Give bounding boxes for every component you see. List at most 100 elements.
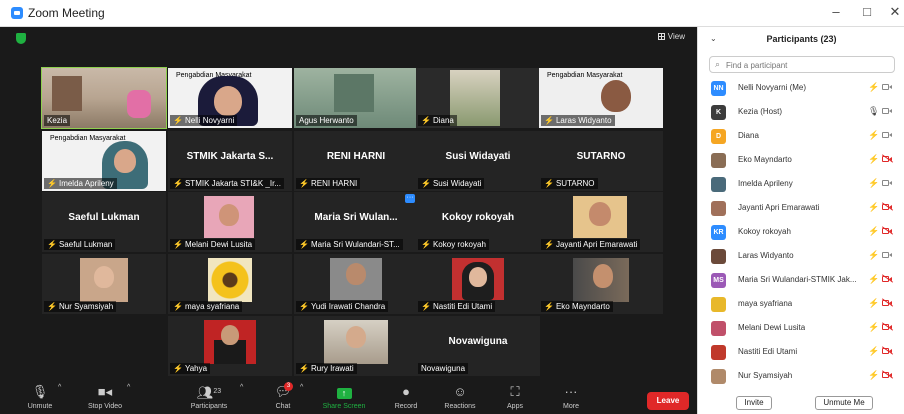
- video-tile-agus[interactable]: Agus Herwanto: [294, 68, 418, 128]
- video-tile-yudi[interactable]: ⚡ Yudi Irawati Chandra: [294, 254, 418, 314]
- muted-mic-icon[interactable]: ⚡: [868, 322, 879, 333]
- muted-microphone-icon: 🎙︎: [31, 384, 49, 399]
- video-tile-susi[interactable]: Susi Widayati ⚡ Susi Widayati: [416, 131, 540, 191]
- tile-label-text: Yahya: [184, 364, 208, 373]
- participant-row[interactable]: KR Kokoy rokoyah ⚡: [698, 221, 904, 245]
- avatar: [711, 177, 726, 192]
- video-tile-imelda[interactable]: Pengabdian Masyarakat ⚡ Imelda Aprileny: [42, 131, 166, 191]
- view-button[interactable]: View: [657, 32, 685, 41]
- chat-bubble-icon: 💬︎ 3: [274, 382, 293, 399]
- muted-mic-icon[interactable]: ⚡: [868, 346, 879, 357]
- encryption-shield-icon[interactable]: [16, 33, 26, 44]
- video-off-icon[interactable]: [882, 323, 893, 331]
- tile-name-label: ⚡ STMIK Jakarta STI&K _Ir...: [170, 178, 284, 189]
- leave-button[interactable]: Leave: [647, 392, 689, 410]
- tile-name-label: ⚡ Nur Syamsiyah: [44, 301, 117, 312]
- video-camera-icon[interactable]: [882, 251, 893, 259]
- participant-row[interactable]: NN Nelli Novyarni (Me) ⚡: [698, 77, 904, 101]
- muted-mic-icon[interactable]: ⚡: [868, 82, 879, 93]
- avatar: D: [711, 129, 726, 144]
- video-tile-nur[interactable]: ⚡ Nur Syamsiyah: [42, 254, 166, 314]
- video-camera-icon[interactable]: [882, 83, 893, 91]
- video-tile-melani[interactable]: ⚡ Melani Dewi Lusita: [168, 192, 292, 252]
- video-camera-icon[interactable]: [882, 131, 893, 139]
- muted-mic-icon[interactable]: ⚡: [868, 298, 879, 309]
- video-tile-kezia[interactable]: Kezia: [41, 67, 167, 129]
- video-camera-icon[interactable]: [882, 107, 893, 115]
- camera-body: [882, 156, 889, 162]
- video-tile-novawiguna[interactable]: Novawiguna Novawiguna: [416, 316, 540, 376]
- invite-button[interactable]: Invite: [736, 396, 772, 410]
- participant-row[interactable]: MS Maria Sri Wulandari-STMIK Jak... ⚡: [698, 269, 904, 293]
- video-tile-reni[interactable]: RENI HARNI ⚡ RENI HARNI: [294, 131, 418, 191]
- video-off-icon[interactable]: [882, 299, 893, 307]
- chat-button[interactable]: 💬︎ 3 Chat: [268, 382, 298, 410]
- muted-mic-icon[interactable]: ⚡: [868, 370, 879, 381]
- participant-row[interactable]: Imelda Aprileny ⚡: [698, 173, 904, 197]
- participant-search[interactable]: ⌕: [709, 56, 895, 73]
- microphone-icon[interactable]: 🎙︎: [868, 106, 879, 117]
- participant-row[interactable]: Eko Mayndarto ⚡: [698, 149, 904, 173]
- muted-mic-icon[interactable]: ⚡: [868, 202, 879, 213]
- muted-mic-icon[interactable]: ⚡: [868, 226, 879, 237]
- video-tile-saeful[interactable]: Saeful Lukman ⚡ Saeful Lukman: [42, 192, 166, 252]
- reactions-icon: ☺︎: [453, 384, 467, 399]
- video-tile-diana[interactable]: ⚡ Diana: [416, 68, 540, 128]
- video-tile-kokoy[interactable]: Kokoy rokoyah ⚡ Kokoy rokoyah: [416, 192, 540, 252]
- video-options-caret[interactable]: ^: [127, 384, 130, 391]
- muted-mic-icon[interactable]: ⚡: [868, 274, 879, 285]
- audio-options-caret[interactable]: ^: [58, 384, 61, 391]
- stop-video-button[interactable]: ■◂ Stop Video: [80, 384, 130, 410]
- participants-options-caret[interactable]: ^: [240, 384, 243, 391]
- minimize-button[interactable]: –: [826, 4, 846, 19]
- share-screen-button[interactable]: ↑ Share Screen: [318, 384, 370, 410]
- tile-label-text: Laras Widyanto: [555, 116, 612, 125]
- more-options-icon[interactable]: ···: [405, 194, 415, 203]
- more-button[interactable]: ··· More: [556, 384, 586, 410]
- muted-mic-icon[interactable]: ⚡: [868, 130, 879, 141]
- video-tile-eko[interactable]: ⚡ Eko Mayndarto: [539, 254, 663, 314]
- muted-mic-icon[interactable]: ⚡: [868, 178, 879, 189]
- video-off-icon[interactable]: [882, 347, 893, 355]
- apps-button[interactable]: ⛶ Apps: [500, 384, 530, 410]
- participants-button[interactable]: 👥︎23 Participants: [184, 384, 234, 410]
- muted-mic-icon[interactable]: ⚡: [868, 154, 879, 165]
- close-button[interactable]: ✕: [885, 4, 904, 20]
- video-tile-jayanti[interactable]: ⚡ Jayanti Apri Emarawati: [539, 192, 663, 252]
- muted-mic-icon[interactable]: ⚡: [868, 250, 879, 261]
- video-tile-nelli[interactable]: Pengabdian Masyarakat ⚡ Nelli Novyarni: [168, 68, 292, 128]
- video-tile-nastiti[interactable]: ⚡ Nastiti Edi Utami: [416, 254, 540, 314]
- video-off-icon[interactable]: [882, 371, 893, 379]
- unmute-me-button[interactable]: Unmute Me: [815, 396, 873, 410]
- video-tile-laras[interactable]: Pengabdian Masyarakat ⚡ Laras Widyanto: [539, 68, 663, 128]
- video-off-icon[interactable]: [882, 227, 893, 235]
- unmute-button[interactable]: 🎙︎ Unmute: [20, 384, 60, 410]
- stop-video-label: Stop Video: [87, 403, 123, 410]
- participant-row[interactable]: maya syafriana ⚡: [698, 293, 904, 317]
- participant-row[interactable]: Jayanti Apri Emarawati ⚡: [698, 197, 904, 221]
- video-tile-maria[interactable]: ··· Maria Sri Wulan... ⚡ Maria Sri Wuland…: [294, 192, 418, 252]
- video-tile-stmik[interactable]: STMIK Jakarta S... ⚡ STMIK Jakarta STI&K …: [168, 131, 292, 191]
- video-off-icon[interactable]: [882, 275, 893, 283]
- maximize-button[interactable]: □: [857, 4, 877, 19]
- video-tile-rury[interactable]: ⚡ Rury Irawati: [294, 316, 418, 376]
- tile-display-name: Novawiguna: [448, 336, 508, 347]
- participant-row[interactable]: Melani Dewi Lusita ⚡: [698, 317, 904, 341]
- video-tile-maya[interactable]: ⚡ maya syafriana: [168, 254, 292, 314]
- participant-row[interactable]: D Diana ⚡: [698, 125, 904, 149]
- search-input[interactable]: [726, 59, 891, 71]
- video-tile-sutarno[interactable]: SUTARNO ⚡ SUTARNO: [539, 131, 663, 191]
- video-tile-yahya[interactable]: ⚡ Yahya: [168, 316, 292, 376]
- video-off-icon[interactable]: [882, 203, 893, 211]
- reactions-button[interactable]: ☺︎ Reactions: [440, 384, 480, 410]
- tile-label-text: Agus Herwanto: [299, 116, 354, 125]
- video-off-icon[interactable]: [882, 155, 893, 163]
- chat-options-caret[interactable]: ^: [300, 384, 303, 391]
- participant-row[interactable]: K Kezia (Host) 🎙︎: [698, 101, 904, 125]
- participant-row[interactable]: Nastiti Edi Utami ⚡: [698, 341, 904, 365]
- participant-row[interactable]: Laras Widyanto ⚡: [698, 245, 904, 269]
- video-camera-icon[interactable]: [882, 179, 893, 187]
- participant-row[interactable]: Nur Syamsiyah ⚡: [698, 365, 904, 389]
- avatar: [711, 297, 726, 312]
- record-button[interactable]: ● Record: [390, 384, 422, 410]
